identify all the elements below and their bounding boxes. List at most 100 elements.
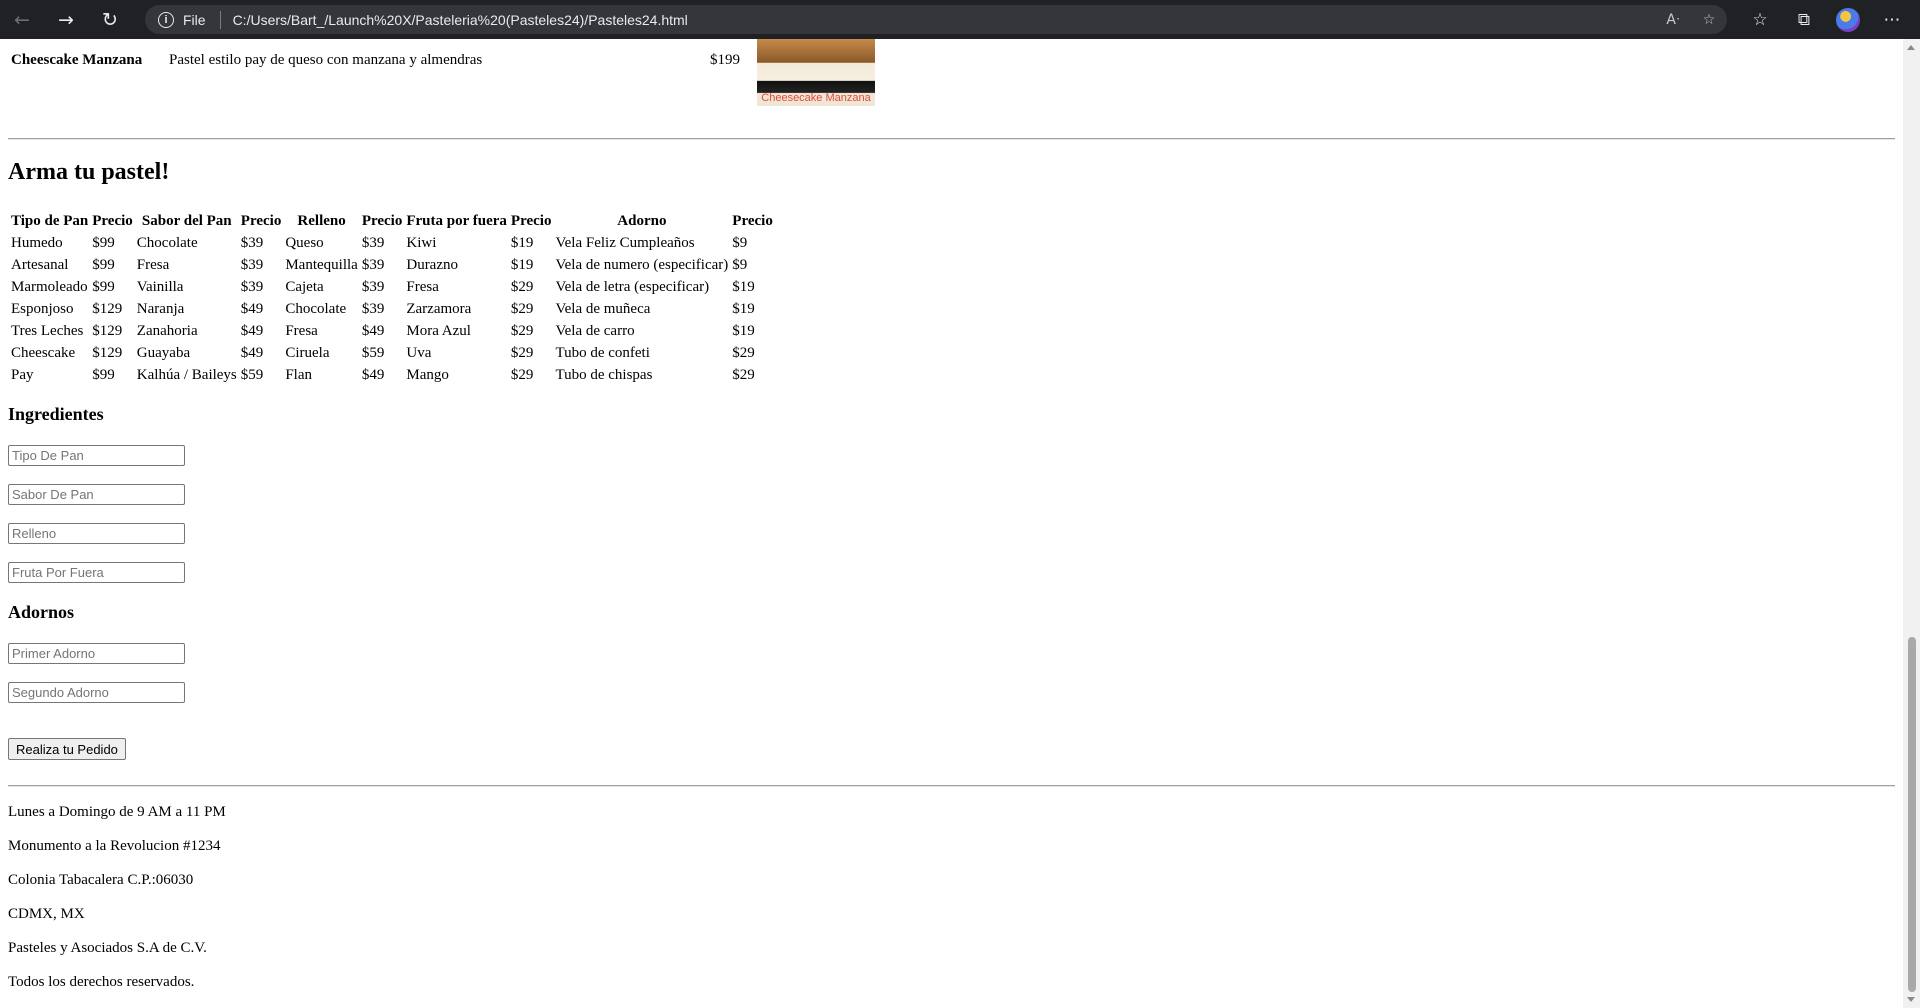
table-cell: $29 bbox=[510, 278, 534, 295]
adornos-heading: Adornos bbox=[8, 602, 75, 622]
table-cell: Pay bbox=[11, 366, 34, 383]
browser-toolbar: ← → ↻ i File C:/Users/Bart_/Launch%20X/P… bbox=[0, 0, 1920, 39]
vertical-scrollbar[interactable] bbox=[1903, 39, 1920, 1008]
cake-description: Pastel estilo pay de queso con manzana y… bbox=[169, 52, 483, 68]
table-cell: Cheescake bbox=[11, 344, 76, 361]
table-cell: $29 bbox=[510, 300, 534, 317]
cake-price: $199 bbox=[710, 52, 740, 68]
table-cell: $129 bbox=[92, 322, 123, 339]
table-header-row: Tipo de Pan Precio Sabor del Pan Precio … bbox=[10, 211, 774, 231]
table-cell: Durazno bbox=[406, 256, 459, 273]
footer-address: Monumento a la Revolucion #1234 bbox=[8, 838, 221, 854]
read-aloud-icon[interactable]: Aᐧ bbox=[1655, 12, 1691, 28]
table-cell: $29 bbox=[510, 344, 534, 361]
table-cell: Flan bbox=[285, 366, 312, 383]
table-row: Marmoleado $99 Vainilla $39 Cajeta $39 Fresa $2… bbox=[10, 277, 774, 297]
builder-table: Tipo de Pan Precio Sabor del Pan Precio … bbox=[8, 209, 776, 387]
column-header: Precio bbox=[510, 212, 552, 229]
fruta-input[interactable] bbox=[8, 562, 185, 583]
forward-arrow-icon[interactable]: → bbox=[44, 0, 88, 39]
table-cell: Fresa bbox=[285, 322, 318, 339]
refresh-icon[interactable]: ↻ bbox=[88, 0, 132, 39]
primer-adorno-input[interactable] bbox=[8, 643, 185, 664]
table-cell: $129 bbox=[92, 344, 123, 361]
table-cell: Kalhúa / Baileys bbox=[136, 366, 237, 383]
add-favorite-icon[interactable]: ☆ bbox=[1691, 12, 1727, 28]
relleno-input[interactable] bbox=[8, 523, 185, 544]
table-cell: Mango bbox=[406, 366, 449, 383]
table-cell: $19 bbox=[510, 234, 534, 251]
file-label: File bbox=[183, 11, 206, 28]
table-cell: Tubo de confeti bbox=[555, 344, 650, 361]
table-cell: $49 bbox=[240, 322, 264, 339]
back-arrow-icon[interactable]: ← bbox=[0, 0, 44, 39]
table-cell: $39 bbox=[361, 300, 385, 317]
profile-avatar[interactable] bbox=[1836, 7, 1860, 32]
table-cell: $39 bbox=[361, 278, 385, 295]
table-cell: $99 bbox=[92, 278, 115, 295]
favorites-icon[interactable]: ☆ bbox=[1738, 10, 1782, 30]
footer-rights: Todos los derechos reservados. bbox=[8, 974, 195, 990]
column-header: Relleno bbox=[297, 212, 346, 229]
table-cell: $19 bbox=[732, 322, 755, 339]
submit-order-button[interactable]: Realiza tu Pedido bbox=[8, 738, 126, 760]
table-cell: $49 bbox=[361, 322, 385, 339]
scroll-up-arrow-icon[interactable] bbox=[1907, 45, 1915, 50]
cake-image-label: Cheesecake Manzana bbox=[761, 92, 871, 104]
table-cell: Guayaba bbox=[136, 344, 191, 361]
more-options-icon[interactable]: ⋯ bbox=[1870, 10, 1914, 30]
table-row: Cheescake $129 Guayaba $49 Ciruela $59 Uva $29 T… bbox=[10, 343, 774, 363]
table-cell: Zanahoria bbox=[136, 322, 198, 339]
table-cell: $39 bbox=[240, 234, 264, 251]
table-cell: Vela Feliz Cumpleaños bbox=[555, 234, 695, 251]
table-cell: Cajeta bbox=[285, 278, 324, 295]
column-header: Sabor del Pan bbox=[141, 212, 232, 229]
table-cell: Chocolate bbox=[285, 300, 347, 317]
table-row: Humedo $99 Chocolate $39 Queso $39 Kiwi $19 Vela… bbox=[10, 233, 774, 253]
tipo-pan-input[interactable] bbox=[8, 445, 185, 466]
table-cell: $19 bbox=[732, 300, 755, 317]
table-cell: Vela de numero (especificar) bbox=[555, 256, 729, 273]
table-cell: Tres Leches bbox=[11, 322, 84, 339]
footer-city: CDMX, MX bbox=[8, 906, 85, 922]
table-cell: $29 bbox=[510, 322, 534, 339]
table-cell: Ciruela bbox=[285, 344, 330, 361]
table-cell: Mantequilla bbox=[285, 256, 358, 273]
cake-row: Cheescake Manzana Pastel estilo pay de q… bbox=[0, 39, 900, 109]
table-cell: Tubo de chispas bbox=[555, 366, 653, 383]
collections-icon[interactable]: ⧉ bbox=[1782, 10, 1826, 30]
table-cell: Fresa bbox=[406, 278, 439, 295]
footer-colonia: Colonia Tabacalera C.P.:06030 bbox=[8, 872, 194, 888]
column-header: Precio bbox=[92, 212, 133, 229]
info-icon[interactable]: i bbox=[158, 11, 174, 28]
sabor-pan-input[interactable] bbox=[8, 484, 185, 505]
table-row: Artesanal $99 Fresa $39 Mantequilla $39 Durazn… bbox=[10, 255, 774, 275]
segundo-adorno-input[interactable] bbox=[8, 682, 185, 703]
table-cell: Vela de letra (especificar) bbox=[555, 278, 710, 295]
footer-company: Pasteles y Asociados S.A de C.V. bbox=[8, 940, 207, 956]
table-cell: $9 bbox=[732, 234, 748, 251]
url-text[interactable]: C:/Users/Bart_/Launch%20X/Pasteleria%20(… bbox=[233, 12, 688, 28]
scroll-thumb[interactable] bbox=[1908, 637, 1916, 992]
address-separator bbox=[219, 10, 221, 29]
table-cell: $49 bbox=[240, 344, 264, 361]
table-cell: $19 bbox=[732, 278, 755, 295]
table-cell: $99 bbox=[92, 234, 115, 251]
table-cell: $39 bbox=[240, 278, 264, 295]
page-content: Cheescake Manzana Pastel estilo pay de q… bbox=[0, 39, 1903, 1008]
table-cell: Esponjoso bbox=[11, 300, 74, 317]
scroll-down-arrow-icon[interactable] bbox=[1907, 997, 1915, 1002]
cake-image: Cheesecake Manzana bbox=[757, 39, 875, 106]
column-header: Precio bbox=[361, 212, 403, 229]
column-header: Adorno bbox=[617, 212, 667, 229]
table-row: Tres Leches $129 Zanahoria $49 Fresa $49 Mora … bbox=[10, 321, 774, 341]
address-bar[interactable]: i File C:/Users/Bart_/Launch%20X/Pastele… bbox=[145, 5, 1727, 34]
table-cell: $59 bbox=[361, 344, 385, 361]
table-cell: Vainilla bbox=[136, 278, 184, 295]
table-cell: $49 bbox=[361, 366, 385, 383]
footer-divider bbox=[8, 785, 1895, 787]
table-cell: Mora Azul bbox=[406, 322, 471, 339]
column-header: Precio bbox=[240, 212, 282, 229]
table-cell: Artesanal bbox=[11, 256, 69, 273]
table-row: Pay $99 Kalhúa / Baileys $59 Flan $49 Mango $29… bbox=[10, 365, 774, 385]
